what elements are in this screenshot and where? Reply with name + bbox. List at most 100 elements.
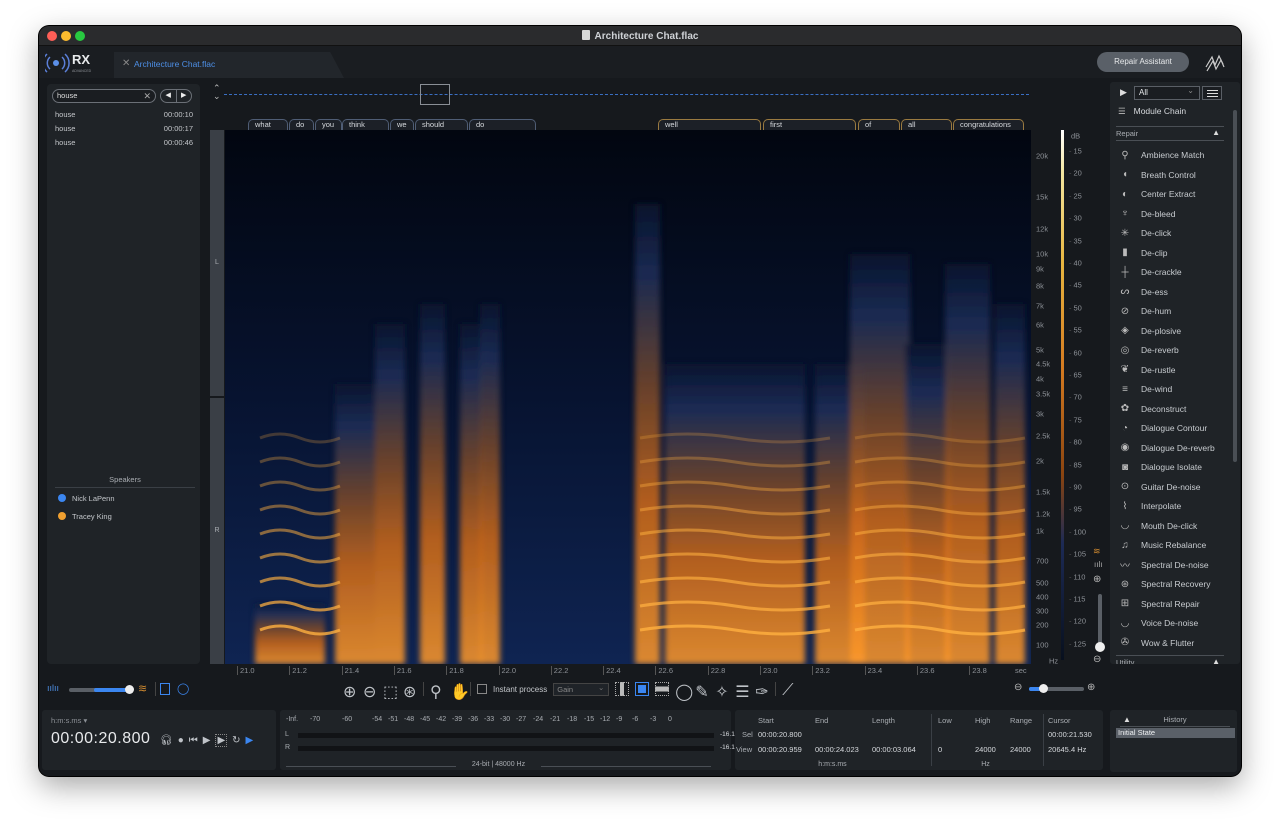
zoom-out-horizontal-icon[interactable]: ⊖ [1014,682,1022,693]
collapse-history-icon[interactable]: ▲ [1123,715,1131,724]
module-chain-item[interactable]: ☰ Module Chain [1118,106,1186,117]
collapse-overview-icon[interactable]: ⌃ ⌄ [213,84,221,101]
module-item[interactable]: ◔ Dialogue Contour [1118,419,1234,437]
module-item[interactable]: ▮ De-clip [1118,244,1234,262]
module-item[interactable]: ◐ Center Extract [1118,185,1234,203]
zoom-in-horizontal-icon[interactable]: ⊕ [1087,682,1095,693]
envelope-tool-icon[interactable]: ⟋ [782,682,796,699]
gain-select[interactable]: Gain [553,682,610,696]
sel-start-field[interactable]: 00:00:20.800 [758,730,802,739]
module-item[interactable]: ◙ Dialogue Isolate [1118,458,1234,476]
transcript-word[interactable]: well [658,119,761,130]
module-item[interactable]: ⊘ De-hum [1118,302,1234,320]
time-frequency-selection-tool-icon[interactable] [635,682,650,696]
waveform-display-icon[interactable]: ıılıı [47,683,59,693]
transcript-word[interactable]: think [342,119,389,130]
search-result[interactable]: house 00:00:46 [55,138,193,147]
close-tab-icon[interactable]: ✕ [122,58,130,69]
view-high-field[interactable]: 24000 [975,745,996,754]
repair-assistant-button[interactable]: Repair Assistant [1097,52,1189,72]
module-menu-button[interactable] [1202,86,1222,100]
module-item[interactable]: ◎ De-reverb [1118,341,1234,359]
module-item[interactable]: ≡ De-wind [1118,380,1234,398]
transcript-word[interactable]: of [858,119,900,130]
hand-tool-icon[interactable]: ✋ [450,682,470,701]
transcript-word[interactable]: first [763,119,856,130]
transcript-icon[interactable] [160,683,170,695]
search-result[interactable]: house 00:00:10 [55,110,193,119]
module-item[interactable]: ❦ De-rustle [1118,361,1234,379]
module-item[interactable]: ⊛ Spectral Recovery [1118,575,1234,593]
play-button[interactable]: ▶ [203,735,211,746]
spectrogram-display-icon[interactable]: ≋ [138,682,147,695]
next-result-button[interactable]: ▶ [177,90,192,102]
module-item[interactable]: ┼ De-crackle [1118,263,1234,281]
module-item[interactable]: ◡ Voice De-noise [1118,614,1234,632]
module-item[interactable]: ⊙ Guitar De-noise [1118,478,1234,496]
magic-wand-icon[interactable]: ✧ [715,682,729,701]
transcript-word[interactable]: congratulations [953,119,1024,130]
waveform-overview[interactable] [224,84,1029,106]
transcript-word[interactable]: we [390,119,414,130]
time-selection-tool-icon[interactable] [615,682,630,696]
headphones-icon[interactable]: 🎧︎ [160,735,173,746]
view-low-field[interactable]: 0 [938,745,942,754]
module-item[interactable]: ✇ Wow & Flutter [1118,634,1234,652]
clear-search-icon[interactable]: ✕ [143,90,151,102]
module-item[interactable]: ♆ De-bleed [1118,205,1234,223]
zoom-fit-icon[interactable]: ⊛ [403,682,417,701]
brush-tool-icon[interactable]: ✎ [695,682,709,701]
zoom-selection-icon[interactable]: ⬚ [383,682,398,701]
transcript-word[interactable]: what [248,119,288,130]
frequency-selection-tool-icon[interactable] [655,682,670,696]
follow-playback-button[interactable]: ▶ [246,735,254,746]
zoom-in-icon[interactable]: ⊕ [343,682,357,701]
speaker-item[interactable]: Tracey King [58,512,112,521]
repair-assistant-icon[interactable] [1203,52,1227,74]
module-item[interactable]: ◖ Breath Control [1118,166,1234,184]
loop-button[interactable]: ↻ [232,735,240,746]
transcript-word[interactable]: you [315,119,342,130]
repair-section-header[interactable]: Repair ▲ [1116,126,1224,141]
go-to-start-button[interactable]: ⏮︎ [189,735,198,746]
module-item[interactable]: ◉ Dialogue De-reverb [1118,439,1234,457]
search-input[interactable]: house ✕ [52,89,156,103]
view-end-field[interactable]: 00:00:24.023 [815,745,859,754]
spectrogram-mode-icon[interactable]: ≋ [1093,546,1101,557]
channel-right-label[interactable]: R [210,398,224,664]
horizontal-zoom-handle[interactable] [1039,684,1048,693]
module-item[interactable]: ᔕ De-ess [1118,283,1234,301]
play-module-icon[interactable]: ▶ [1120,87,1127,98]
view-start-field[interactable]: 00:00:20.959 [758,745,802,754]
speech-bubble-icon[interactable]: ◯ [177,682,189,695]
transcript-word[interactable]: do [289,119,314,130]
channel-left-label[interactable]: L [210,130,224,396]
module-item[interactable]: ◡ Mouth De-click [1118,517,1234,535]
lasso-tool-icon[interactable]: ◯ [675,682,693,701]
module-item[interactable]: ✳ De-click [1118,224,1234,242]
opacity-slider-handle[interactable] [125,685,134,694]
zoom-out-icon[interactable]: ⊖ [363,682,377,701]
horizontal-zoom-slider[interactable] [1029,687,1084,691]
harmonic-selection-icon[interactable]: ☰ [735,682,749,701]
waveform-mode-icon[interactable]: ıılı [1094,560,1102,569]
module-item[interactable]: ✿ Deconstruct [1118,400,1234,418]
vertical-zoom-handle[interactable] [1095,642,1105,652]
transcript-word[interactable]: do [469,119,536,130]
view-range-field[interactable]: 24000 [1010,745,1031,754]
overview-view-box[interactable] [420,84,450,105]
utility-section-header[interactable]: Utility ▲ [1116,655,1224,664]
history-item[interactable]: Initial State [1116,728,1235,738]
opacity-slider[interactable] [69,688,129,692]
speaker-item[interactable]: Nick LaPenn [58,494,115,503]
instant-process-checkbox[interactable] [477,684,487,694]
record-button[interactable]: ● [178,735,184,746]
time-format-select[interactable]: h:m:s.ms ▾ [51,716,87,725]
module-item[interactable]: ♫ Music Rebalance [1118,536,1234,554]
vertical-zoom-slider[interactable] [1098,594,1102,644]
transcript-word[interactable]: should [415,119,468,130]
file-tab[interactable]: ✕ Architecture Chat.flac [114,52,344,78]
module-item[interactable]: ⚲ Ambience Match [1118,146,1234,164]
module-filter-select[interactable]: All [1134,85,1200,100]
transcript-word[interactable]: all [901,119,952,130]
